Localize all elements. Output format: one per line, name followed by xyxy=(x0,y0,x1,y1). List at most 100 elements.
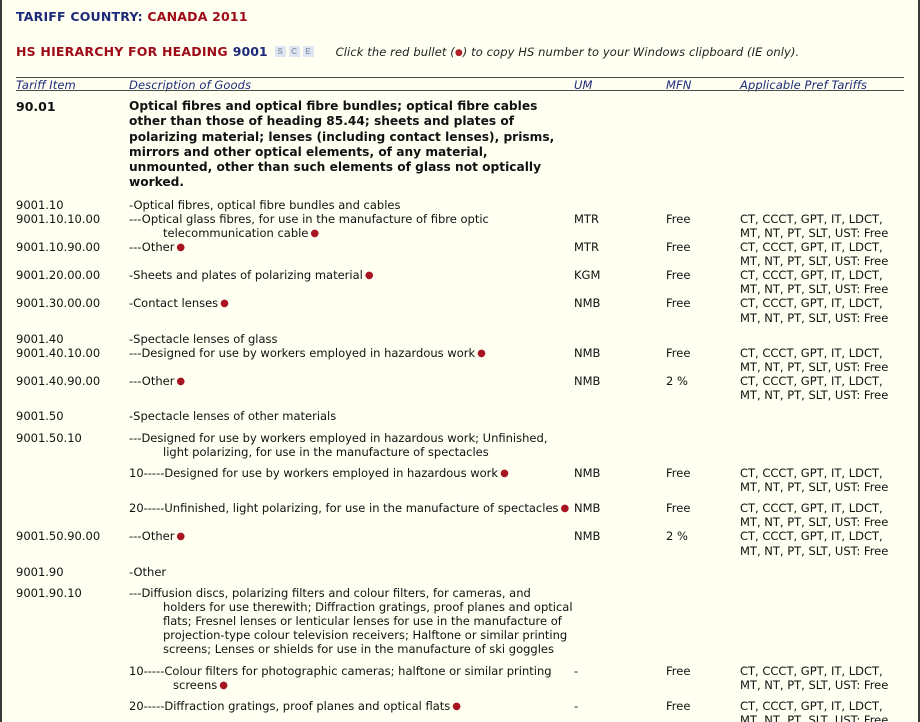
pref-line-1: CT, CCCT, GPT, IT, LDCT, xyxy=(740,239,883,254)
description-text: 10-----Colour filters for photographic c… xyxy=(129,663,552,692)
copy-hs-bullet-icon[interactable]: ● xyxy=(174,242,185,253)
cell-pref-tariffs: CT, CCCT, GPT, IT, LDCT, MT, NT, PT, SLT,… xyxy=(740,296,908,324)
description-text: ---Diffusion discs, polarizing filters a… xyxy=(129,585,573,657)
table-row: 9001.10.90.00 ---Other ● MTR Free CT, CCCT, G… xyxy=(16,240,908,268)
table-row: 9001.20.00.00 -Sheets and plates of polar… xyxy=(16,268,908,296)
tariff-page: TARIFF COUNTRY: CANADA 2011 HS HIERARCHY… xyxy=(0,0,920,722)
cell-description: Optical fibres and optical fibre bundles… xyxy=(129,99,555,190)
page-title: TARIFF COUNTRY: CANADA 2011 xyxy=(16,0,904,24)
copy-hint: Click the red bullet (●) to copy HS numb… xyxy=(336,45,800,59)
tariff-table: Tariff Item Description of Goods UM MFN … xyxy=(16,78,908,722)
cell-um xyxy=(574,558,666,579)
cell-pref-tariffs: CT, CCCT, GPT, IT, LDCT, MT, NT, PT, SLT,… xyxy=(740,529,908,557)
copy-hs-bullet-icon[interactable]: ● xyxy=(559,503,570,514)
copy-hs-bullet-icon[interactable]: ● xyxy=(174,531,185,542)
pref-line-2: MT, NT, PT, SLT, UST: Free xyxy=(740,713,889,722)
table-row: 10-----Designed for use by workers emplo… xyxy=(16,459,908,494)
cell-pref-tariffs: CT, CCCT, GPT, IT, LDCT, MT, NT, PT, SLT,… xyxy=(740,374,908,402)
cell-tariff-item: 9001.40 xyxy=(16,331,64,346)
cell-pref-tariffs: CT, CCCT, GPT, IT, LDCT, MT, NT, PT, SLT,… xyxy=(740,692,908,722)
cell-tariff-item xyxy=(16,657,129,692)
cell-description: ---Other ● xyxy=(129,529,574,557)
pref-line-1: CT, CCCT, GPT, IT, LDCT, xyxy=(740,268,883,283)
table-row: 9001.40 -Spectacle lenses of glass xyxy=(16,325,908,346)
cell-mfn: Free xyxy=(666,268,691,283)
cell-mfn: Free xyxy=(666,239,691,254)
description-text: ---Optical glass fibres, for use in the … xyxy=(129,211,489,240)
hierarchy-label: HS HIERARCHY FOR HEADING xyxy=(16,44,228,59)
copy-hs-bullet-icon[interactable]: ● xyxy=(218,298,229,309)
pref-line-2: MT, NT, PT, SLT, UST: Free xyxy=(740,677,889,692)
copy-hs-bullet-icon[interactable]: ● xyxy=(450,701,461,712)
cell-tariff-item: 9001.20.00.00 xyxy=(16,268,101,283)
cell-um xyxy=(574,579,666,657)
pref-line-2: MT, NT, PT, SLT, UST: Free xyxy=(740,515,889,530)
cell-description: ---Designed for use by workers employed … xyxy=(129,424,574,459)
pref-line-1: CT, CCCT, GPT, IT, LDCT, xyxy=(740,211,883,226)
cell-description: -Sheets and plates of polarizing materia… xyxy=(129,268,574,296)
cell-tariff-item xyxy=(16,692,129,722)
copy-hs-bullet-icon[interactable]: ● xyxy=(308,228,319,239)
cell-um: MTR xyxy=(574,239,599,254)
description-text: -Sheets and plates of polarizing materia… xyxy=(129,268,374,283)
cell-pref-tariffs: CT, CCCT, GPT, IT, LDCT, MT, NT, PT, SLT,… xyxy=(740,346,908,374)
badge-e-button[interactable]: E xyxy=(302,46,314,57)
cell-tariff-item xyxy=(16,494,129,529)
cell-um: - xyxy=(574,698,579,713)
table-row: 9001.50.10 ---Designed for use by workers… xyxy=(16,424,908,459)
copy-hint-before: Click the red bullet ( xyxy=(335,44,455,59)
copy-hs-bullet-icon[interactable]: ● xyxy=(217,680,228,691)
hierarchy-heading: HS HIERARCHY FOR HEADING 9001 S C E Clic… xyxy=(16,44,904,59)
cell-tariff-item: 90.01 xyxy=(16,99,56,114)
cell-description: -Other xyxy=(129,558,574,579)
description-text: 20-----Unfinished, light polarizing, for… xyxy=(129,501,570,516)
cell-mfn: Free xyxy=(666,296,691,311)
cell-mfn: Free xyxy=(666,501,691,516)
cell-tariff-item: 9001.30.00.00 xyxy=(16,296,101,311)
cell-um xyxy=(574,424,666,459)
description-text: -Spectacle lenses of other materials xyxy=(129,409,337,424)
cell-um: NMB xyxy=(574,296,601,311)
cell-tariff-item: 9001.40.10.00 xyxy=(16,345,101,360)
page-title-country: CANADA 2011 xyxy=(147,9,248,24)
cell-tariff-item: 9001.10.90.00 xyxy=(16,239,101,254)
cell-um: KGM xyxy=(574,268,601,283)
copy-hs-bullet-icon[interactable]: ● xyxy=(475,348,486,359)
cell-pref-tariffs xyxy=(740,579,908,657)
cell-um xyxy=(574,402,666,423)
cell-description: 10-----Colour filters for photographic c… xyxy=(129,657,574,692)
cell-mfn: Free xyxy=(666,663,691,678)
pref-line-2: MT, NT, PT, SLT, UST: Free xyxy=(740,360,889,375)
cell-mfn xyxy=(666,92,740,191)
cell-tariff-item: 9001.40.90.00 xyxy=(16,374,101,389)
description-text: ---Designed for use by workers employed … xyxy=(129,345,486,360)
cell-description: ---Other ● xyxy=(129,374,574,402)
pref-line-2: MT, NT, PT, SLT, UST: Free xyxy=(740,543,889,558)
cell-mfn xyxy=(666,558,740,579)
copy-hint-bullet-icon: ● xyxy=(454,47,463,58)
pref-line-2: MT, NT, PT, SLT, UST: Free xyxy=(740,254,889,269)
copy-hs-bullet-icon[interactable]: ● xyxy=(363,270,374,281)
description-text: 10-----Designed for use by workers emplo… xyxy=(129,465,509,480)
pref-line-1: CT, CCCT, GPT, IT, LDCT, xyxy=(740,465,883,480)
badge-c-button[interactable]: C xyxy=(288,46,300,57)
cell-mfn: 2 % xyxy=(666,374,688,389)
cell-um: NMB xyxy=(574,345,601,360)
cell-mfn: 2 % xyxy=(666,529,688,544)
page-title-label: TARIFF COUNTRY: xyxy=(16,9,143,24)
hierarchy-number: 9001 xyxy=(232,44,268,59)
table-row: 9001.50.90.00 ---Other ● NMB 2 % CT, CCCT, GP… xyxy=(16,529,908,557)
table-row: 9001.40.10.00 ---Designed for use by work… xyxy=(16,346,908,374)
copy-hs-bullet-icon[interactable]: ● xyxy=(498,468,509,479)
copy-hs-bullet-icon[interactable]: ● xyxy=(174,376,185,387)
cell-description: ---Other ● xyxy=(129,240,574,268)
badge-s-button[interactable]: S xyxy=(274,46,286,57)
cell-pref-tariffs: CT, CCCT, GPT, IT, LDCT, MT, NT, PT, SLT,… xyxy=(740,212,908,240)
cell-pref-tariffs xyxy=(740,191,908,212)
cell-tariff-item: 9001.50.10 xyxy=(16,430,82,445)
cell-mfn: Free xyxy=(666,211,691,226)
cell-description: -Spectacle lenses of other materials xyxy=(129,402,574,423)
cell-description: 20-----Unfinished, light polarizing, for… xyxy=(129,494,574,529)
pref-line-2: MT, NT, PT, SLT, UST: Free xyxy=(740,388,889,403)
cell-tariff-item: 9001.90 xyxy=(16,564,64,579)
